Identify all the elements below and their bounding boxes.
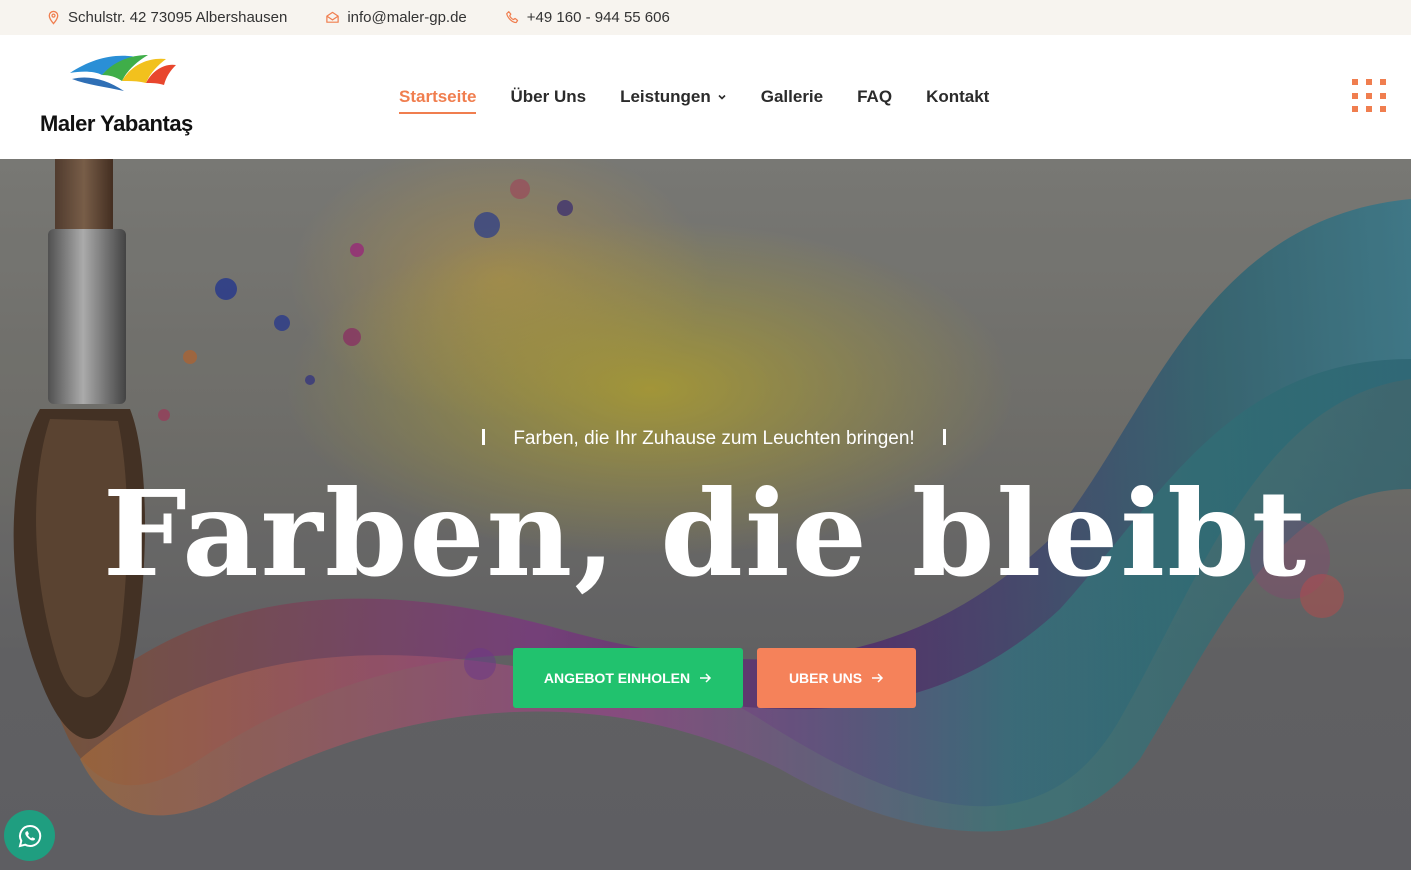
arrow-right-icon xyxy=(872,673,884,683)
main-header: Maler Yabantaş Startseite Über Uns Leist… xyxy=(0,35,1411,159)
envelope-icon xyxy=(326,11,340,23)
hero-headline: Farben, die bleibt xyxy=(102,464,1309,603)
subtitle-bar-left xyxy=(482,429,485,445)
whatsapp-button[interactable] xyxy=(4,810,55,861)
logo-text: Maler Yabantaş xyxy=(40,111,193,136)
angebot-einholen-button[interactable]: ANGEBOT EINHOLEN xyxy=(513,648,743,708)
phone-item[interactable]: +49 160 - 944 55 606 xyxy=(505,9,670,26)
address-text: Schulstr. 42 73095 Albershausen xyxy=(68,9,288,26)
nav-label: Leistungen xyxy=(620,87,711,106)
hero-subtitle: Farben, die Ihr Zuhause zum Leuchten bri… xyxy=(482,427,946,451)
address-item: Schulstr. 42 73095 Albershausen xyxy=(46,9,287,26)
hero-section: Farben, die Ihr Zuhause zum Leuchten bri… xyxy=(0,159,1411,870)
nav-item-ueber-uns[interactable]: Über Uns xyxy=(510,82,586,112)
nav-item-kontakt[interactable]: Kontakt xyxy=(926,82,989,112)
uber-uns-button[interactable]: UBER UNS xyxy=(757,648,916,708)
whatsapp-icon xyxy=(18,824,41,847)
grid-menu-icon[interactable] xyxy=(1352,79,1386,113)
chevron-down-icon xyxy=(718,94,726,100)
nav-item-gallerie[interactable]: Gallerie xyxy=(761,82,823,112)
main-nav: Startseite Über Uns Leistungen Gallerie … xyxy=(399,35,1023,159)
location-pin-icon xyxy=(48,10,59,25)
button-label: ANGEBOT EINHOLEN xyxy=(543,670,691,686)
hero-subtitle-text: Farben, die Ihr Zuhause zum Leuchten bri… xyxy=(513,428,915,449)
phone-icon xyxy=(505,11,518,24)
nav-item-startseite[interactable]: Startseite xyxy=(399,82,477,114)
nav-label: FAQ xyxy=(857,87,893,106)
arrow-right-icon xyxy=(700,673,712,683)
email-link[interactable]: info@maler-gp.de xyxy=(347,9,466,26)
email-item[interactable]: info@maler-gp.de xyxy=(325,9,467,26)
subtitle-bar-right xyxy=(943,429,946,445)
nav-label: Kontakt xyxy=(926,87,990,106)
nav-label: Über Uns xyxy=(510,87,587,106)
top-info-bar: Schulstr. 42 73095 Albershausen info@mal… xyxy=(0,0,1411,35)
nav-item-faq[interactable]: FAQ xyxy=(857,82,892,112)
nav-label: Gallerie xyxy=(760,87,824,106)
nav-label: Startseite xyxy=(399,87,477,106)
phone-link[interactable]: +49 160 - 944 55 606 xyxy=(527,9,670,26)
button-label: UBER UNS xyxy=(788,670,863,686)
nav-item-leistungen[interactable]: Leistungen xyxy=(620,82,727,112)
site-logo[interactable]: Maler Yabantaş xyxy=(40,51,220,143)
logo-swoosh-icon xyxy=(70,55,176,91)
